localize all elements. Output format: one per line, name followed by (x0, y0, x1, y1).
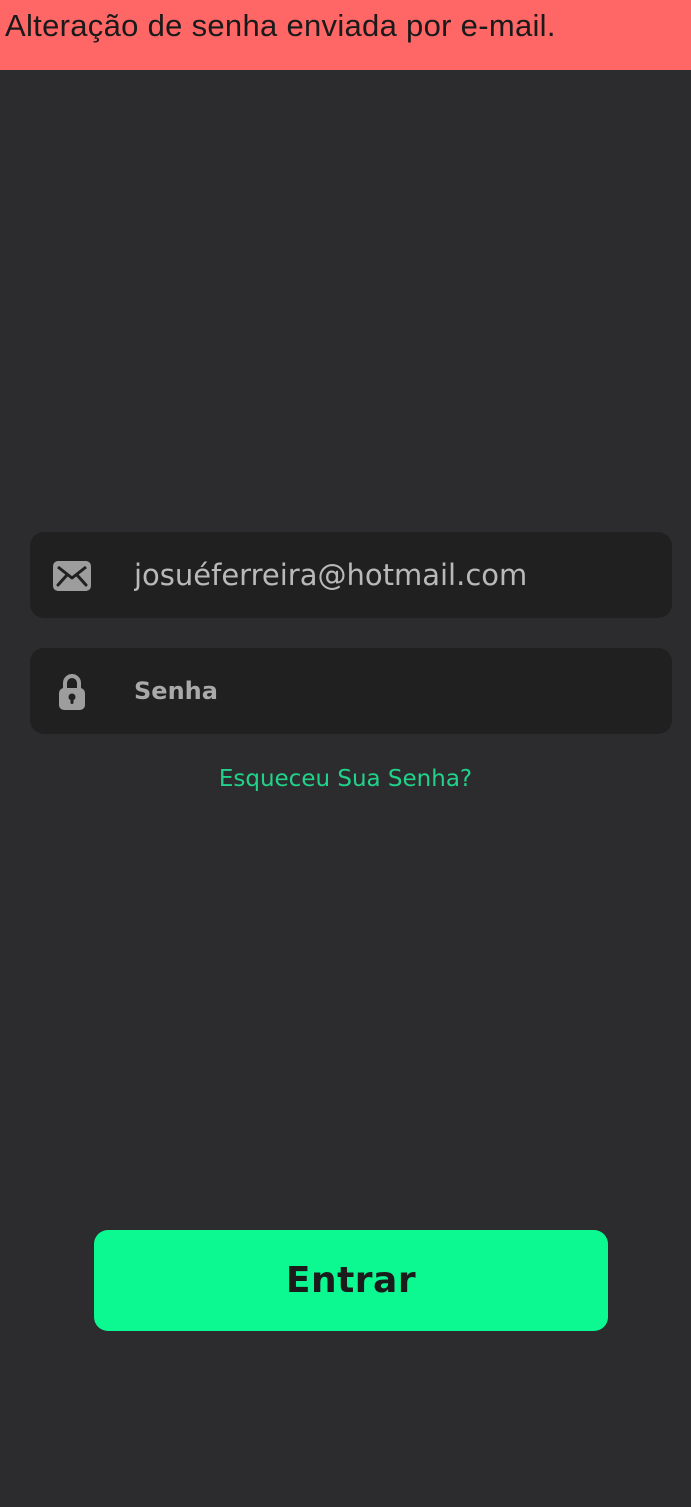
forgot-password-link[interactable]: Esqueceu Sua Senha? (0, 762, 691, 796)
notification-message: Alteração de senha enviada por e-mail. (5, 8, 556, 43)
envelope-icon (52, 556, 92, 596)
login-button-label: Entrar (285, 1260, 417, 1301)
email-field[interactable] (30, 532, 672, 618)
notification-banner: Alteração de senha enviada por e-mail. (0, 0, 691, 70)
password-input[interactable] (134, 666, 654, 716)
password-field[interactable] (30, 648, 672, 734)
email-input[interactable] (134, 550, 654, 600)
padlock-icon (52, 672, 92, 712)
login-button[interactable]: Entrar (94, 1230, 608, 1331)
